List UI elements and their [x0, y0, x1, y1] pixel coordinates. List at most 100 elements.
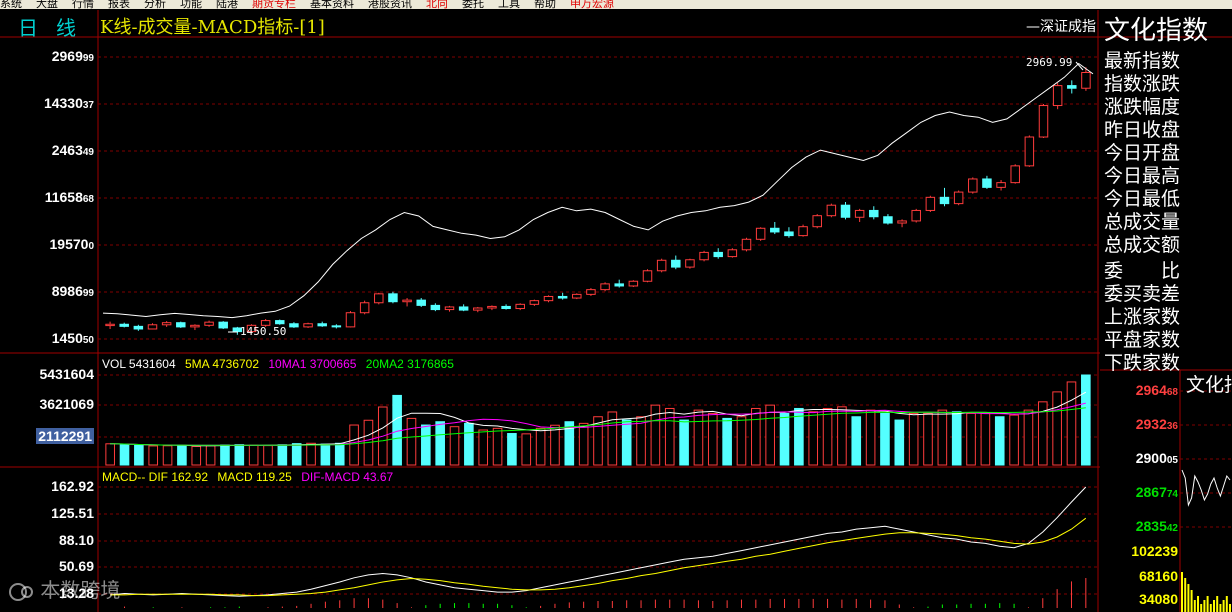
candle-body: [1038, 105, 1049, 138]
volume-bar: [320, 443, 331, 466]
volume-bar: [550, 424, 560, 466]
candle-body: [176, 322, 186, 328]
candle-body: [388, 293, 398, 303]
volume-bar: [837, 406, 847, 466]
mini-price-line: [1181, 469, 1231, 507]
candle-body: [487, 305, 497, 309]
quote-row-label: 下跌家数: [1104, 352, 1181, 374]
volume-bar: [535, 427, 546, 466]
candle-body: [968, 178, 978, 193]
volume-bar: [105, 443, 115, 466]
volume-bar: [636, 416, 646, 466]
volume-bar: [980, 412, 991, 466]
candle-body: [572, 293, 582, 299]
candle-body: [218, 321, 228, 329]
price-axis-label: 898699: [51, 283, 94, 299]
volume-bar: [765, 404, 775, 466]
candle-body: [798, 226, 808, 237]
price-axis-label: 1165868: [44, 189, 94, 205]
candle-body: [557, 295, 568, 299]
mini-price-label: 283542: [1135, 518, 1178, 534]
volume-bar: [1052, 391, 1062, 466]
volume-bar: [349, 424, 359, 466]
candle-body: [529, 300, 540, 305]
candle-body: [317, 323, 327, 327]
candle-body: [784, 231, 794, 237]
volume-bar: [205, 445, 216, 466]
candle-body: [430, 304, 441, 311]
candle-body: [770, 227, 780, 233]
candle-body: [741, 238, 752, 251]
volume-bar: [894, 419, 905, 466]
mini-volume-label: 34080: [1139, 591, 1178, 607]
candle-body: [359, 302, 370, 314]
candle-body: [883, 216, 893, 224]
candle-body: [614, 283, 624, 287]
candle-body: [119, 323, 129, 327]
candle-body: [628, 280, 639, 287]
candle-body: [699, 251, 709, 261]
mini-chart-title: 文化指: [1186, 374, 1232, 396]
volume-legend: VOL 5431604 5MA 4736702 10MA1 3700665 20…: [102, 357, 460, 371]
volume-bar: [923, 412, 933, 466]
quote-panel-title: 文化指数: [1104, 16, 1209, 46]
volume-bar: [621, 419, 632, 466]
volume-bar: [951, 411, 962, 466]
volume-bar: [966, 412, 976, 466]
volume-bar: [1081, 374, 1091, 466]
volume-bar: [851, 416, 862, 466]
volume-bar: [808, 411, 819, 466]
volume-bar: [722, 417, 732, 466]
volume-bar: [421, 424, 431, 466]
candle-body: [416, 299, 426, 306]
chart-canvas[interactable]: 2969.99 1450.50: [0, 0, 1232, 612]
high-annotation: 2969.99: [1026, 56, 1072, 69]
macd-axis-label: 50.69: [58, 558, 94, 574]
macd-axis-label: 88.10: [58, 532, 94, 548]
candle-body: [671, 259, 681, 268]
price-axis-label: 246349: [51, 142, 94, 158]
macd-dea-line: [110, 517, 1087, 597]
price-axis-label: 195700: [49, 236, 95, 252]
watermark: 本数跨境: [8, 574, 120, 603]
candle-body: [515, 303, 525, 310]
candle-body: [402, 299, 412, 303]
candle-body: [1024, 136, 1035, 167]
candle-body: [826, 204, 837, 217]
mini-price-label: 286774: [1135, 484, 1178, 500]
volume-axis-label: 5431604: [39, 366, 94, 382]
volume-bar: [220, 444, 230, 466]
vol-legend: VOL 5431604: [102, 357, 176, 371]
volume-bar: [234, 444, 245, 466]
candle-body: [275, 320, 285, 325]
volume-bar: [1066, 381, 1077, 466]
volume-axis-label: 3621069: [39, 396, 94, 412]
candle-body: [755, 227, 766, 240]
volume-bar: [478, 429, 489, 466]
candle-body: [939, 196, 950, 205]
volume-bar: [736, 416, 747, 466]
ma5-legend: 5MA 4736702: [184, 357, 260, 371]
volume-bar: [937, 409, 948, 466]
volume-bar: [464, 422, 474, 466]
volume-bar: [334, 442, 345, 466]
candle-body: [345, 312, 356, 328]
price-axis-label: 296999: [51, 48, 94, 64]
candle-body: [982, 178, 992, 188]
macd-axis-label: 162.92: [51, 478, 94, 494]
volume-bar: [291, 443, 302, 466]
volume-bar: [880, 412, 890, 466]
candle-body: [854, 209, 865, 218]
volume-bar: [507, 433, 517, 466]
candle-body: [713, 251, 723, 258]
ma10-legend: 10MA1 3700665: [268, 357, 357, 371]
volume-bar: [248, 444, 259, 466]
macd-axis-label: 125.51: [51, 505, 94, 521]
candle-body: [147, 324, 158, 330]
candle-body: [543, 295, 554, 302]
candle-body: [133, 325, 144, 330]
watermark-text: 本数跨境: [40, 578, 121, 602]
candle-body: [204, 321, 214, 326]
candle-body: [685, 259, 695, 268]
volume-bar: [435, 421, 445, 466]
